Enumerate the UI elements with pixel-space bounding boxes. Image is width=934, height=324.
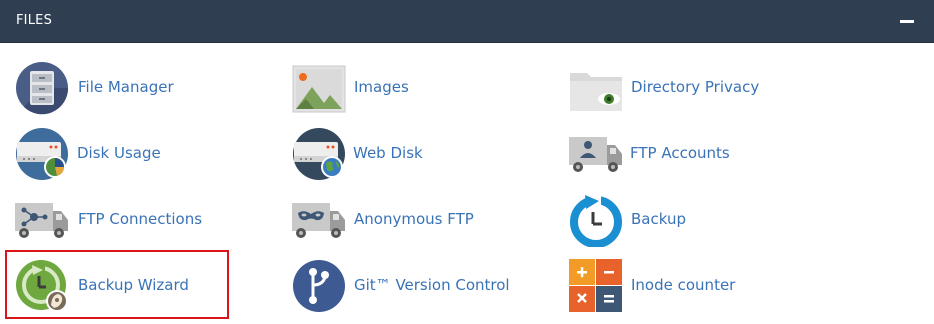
backup-wizard-highlight-box [5,250,229,319]
panel-title: FILES [16,13,53,28]
files-panel-header[interactable]: FILES [0,0,934,43]
git-version-control-link[interactable]: Git™ Version Control [292,256,532,312]
backup-link[interactable]: Backup [569,190,769,247]
backup-label: Backup [631,210,686,228]
ftp-accounts-icon [569,137,622,172]
disk-usage-label: Disk Usage [77,144,161,162]
backup-icon [570,195,622,247]
git-version-control-icon [293,260,345,312]
directory-privacy-label: Directory Privacy [631,78,760,96]
ftp-connections-link[interactable]: FTP Connections [15,190,215,246]
inode-counter-icon [569,259,622,312]
ftp-accounts-label: FTP Accounts [630,144,730,162]
anonymous-ftp-icon [292,203,345,238]
directory-privacy-link[interactable]: Directory Privacy [569,58,789,114]
inode-counter-label: Inode counter [631,276,736,294]
ftp-accounts-link[interactable]: FTP Accounts [569,124,789,180]
images-icon [292,65,346,113]
anonymous-ftp-link[interactable]: Anonymous FTP [292,190,492,246]
directory-privacy-icon [570,73,622,111]
file-manager-link[interactable]: File Manager [15,58,215,115]
images-label: Images [354,78,409,96]
file-manager-label: File Manager [78,78,174,96]
inode-counter-link[interactable]: Inode counter [569,256,769,312]
minus-icon [900,20,914,23]
ftp-connections-label: FTP Connections [78,210,203,228]
web-disk-label: Web Disk [353,144,423,162]
collapse-button[interactable] [900,14,914,28]
web-disk-link[interactable]: Web Disk [292,124,492,180]
disk-usage-icon [16,128,68,180]
anonymous-ftp-label: Anonymous FTP [354,210,474,228]
images-link[interactable]: Images [292,58,492,114]
git-version-control-label: Git™ Version Control [354,276,510,294]
file-manager-icon [16,62,69,115]
web-disk-icon [293,128,345,180]
disk-usage-link[interactable]: Disk Usage [15,124,215,180]
ftp-connections-icon [15,203,68,238]
